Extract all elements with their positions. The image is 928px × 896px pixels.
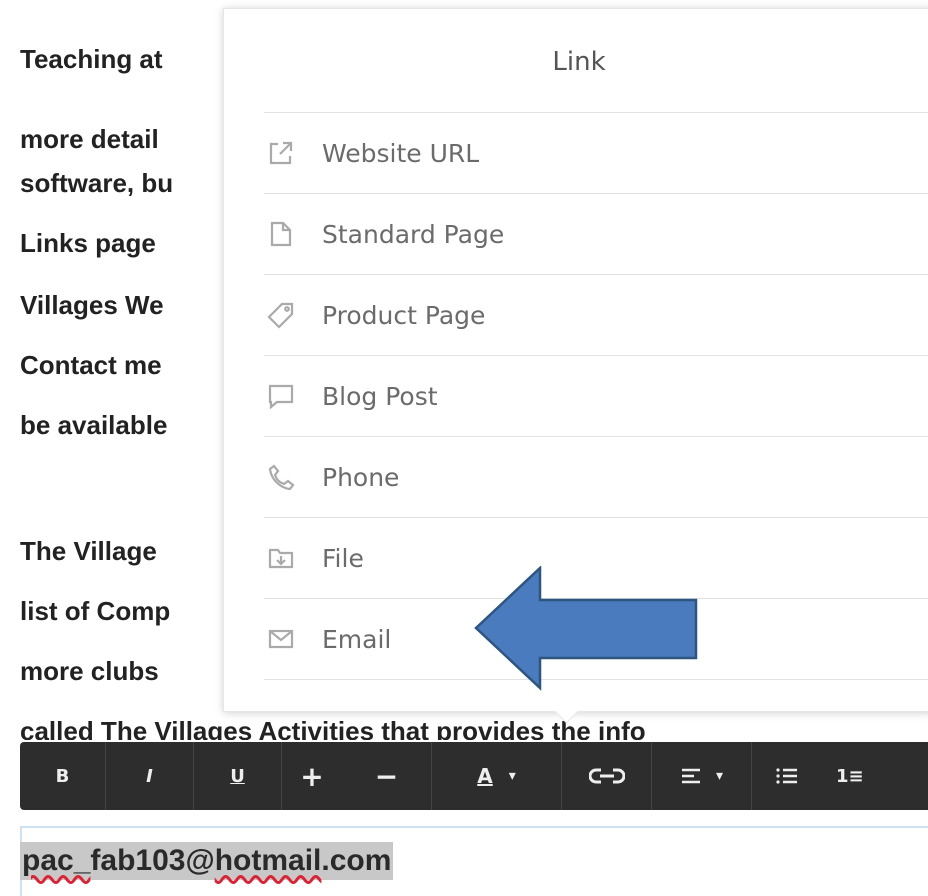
align-left-icon bbox=[681, 768, 700, 784]
speech-bubble-icon bbox=[264, 379, 298, 413]
italic-button[interactable]: I bbox=[106, 742, 194, 810]
envelope-icon bbox=[264, 622, 298, 656]
page-icon bbox=[264, 217, 298, 251]
link-option-product-page[interactable]: Product Page bbox=[264, 274, 928, 355]
folder-icon bbox=[264, 541, 298, 575]
formatting-toolbar: B I U + − A ▾ ▾ 1≡ bbox=[20, 742, 928, 810]
link-option-label: Phone bbox=[322, 462, 400, 492]
align-dropdown[interactable]: ▾ bbox=[652, 742, 752, 810]
bullet-list-button[interactable] bbox=[752, 742, 822, 810]
external-link-icon bbox=[264, 136, 298, 170]
link-option-label: Standard Page bbox=[322, 219, 505, 249]
link-option-label: File bbox=[322, 543, 364, 573]
link-option-website-url[interactable]: Website URL bbox=[264, 112, 928, 193]
chevron-down-icon: ▾ bbox=[715, 768, 724, 784]
doc-line: more clubs bbox=[20, 656, 159, 686]
doc-line: Contact me bbox=[20, 350, 162, 380]
doc-line: The Village bbox=[20, 536, 157, 566]
link-option-standard-page[interactable]: Standard Page bbox=[264, 193, 928, 274]
link-option-label: Blog Post bbox=[322, 381, 438, 411]
bullet-list-icon bbox=[776, 768, 797, 784]
chevron-down-icon: ▾ bbox=[508, 768, 516, 784]
email-at: @ bbox=[185, 844, 215, 877]
doc-line: called The Villages Activities that prov… bbox=[20, 716, 646, 740]
email-domain: hotmail bbox=[214, 844, 322, 877]
underline-button[interactable]: U bbox=[194, 742, 282, 810]
numbered-list-button[interactable]: 1≡ bbox=[822, 742, 882, 810]
email-prefix: pac_ bbox=[22, 844, 91, 877]
doc-line: more detail bbox=[20, 124, 159, 154]
doc-line: be available bbox=[20, 410, 168, 440]
doc-line: Villages We bbox=[20, 290, 164, 320]
link-option-label: Email bbox=[322, 624, 392, 654]
popup-title: Link bbox=[552, 47, 606, 77]
doc-line: list of Comp bbox=[20, 596, 171, 626]
link-option-label: Website URL bbox=[322, 138, 480, 168]
text-color-dropdown[interactable]: A ▾ bbox=[432, 742, 562, 810]
selected-email-text[interactable]: pac_fab103@hotmail.com bbox=[20, 842, 394, 880]
link-icon bbox=[588, 768, 625, 784]
bold-button[interactable]: B bbox=[20, 742, 106, 810]
email-tld: .com bbox=[321, 844, 392, 877]
link-option-label: Product Page bbox=[322, 300, 486, 330]
tag-icon bbox=[264, 298, 298, 332]
link-option-blog-post[interactable]: Blog Post bbox=[264, 355, 928, 436]
decrease-size-button[interactable]: − bbox=[342, 742, 432, 810]
link-option-phone[interactable]: Phone bbox=[264, 436, 928, 517]
phone-icon bbox=[264, 460, 298, 494]
annotation-arrow-icon bbox=[474, 566, 698, 691]
doc-line: software, bu bbox=[20, 168, 174, 198]
doc-line: Links page bbox=[20, 228, 156, 258]
link-button[interactable] bbox=[562, 742, 652, 810]
doc-line: Teaching at bbox=[20, 44, 163, 74]
increase-size-button[interactable]: + bbox=[282, 742, 342, 810]
email-user: fab103 bbox=[90, 844, 186, 877]
